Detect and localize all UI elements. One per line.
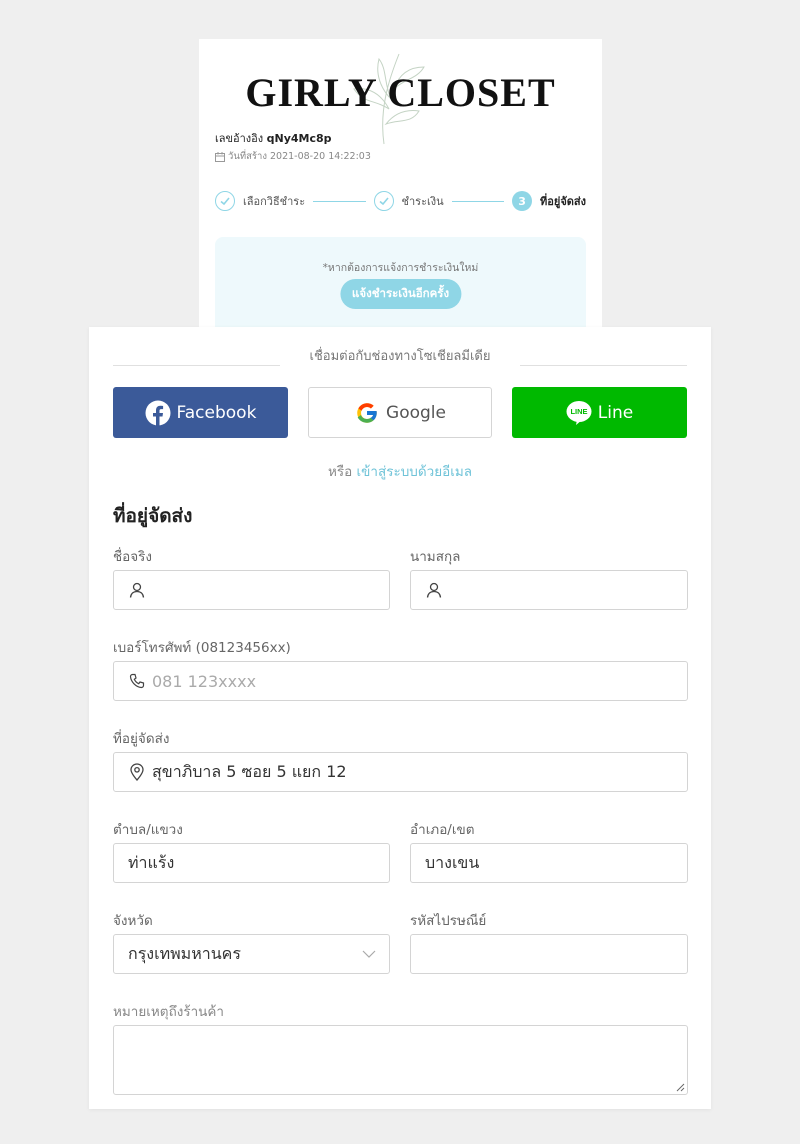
- province-selected-value: กรุงเทพมหานคร: [128, 943, 241, 963]
- step-shipping-address: 3 ที่อยู่จัดส่ง: [512, 191, 586, 211]
- postcode-label: รหัสไปรษณีย์: [410, 913, 487, 929]
- note-textarea[interactable]: [113, 1025, 688, 1095]
- postcode-input[interactable]: [425, 944, 687, 964]
- resize-grip-icon[interactable]: [675, 1082, 685, 1092]
- district-input[interactable]: [425, 853, 687, 873]
- brand-logo: GIRLY CLOSET: [245, 70, 556, 115]
- last-name-input[interactable]: [449, 580, 687, 600]
- first-name-label: ชื่อจริง: [113, 549, 153, 565]
- check-icon: [373, 191, 394, 211]
- checkout-steps: เลือกวิธีชำระ ชำระเงิน 3 ที่อยู่จัดส่ง: [215, 189, 586, 213]
- order-card: GIRLY CLOSET เลขอ้างอิง qNy4Mc8p วันที่ส…: [199, 39, 602, 337]
- line-logo-text: LINE: [570, 407, 587, 416]
- step-payment-method: เลือกวิธีชำระ: [215, 191, 305, 211]
- first-name-field[interactable]: [113, 570, 390, 610]
- email-login-line: หรือ เข้าสู่ระบบด้วยอีเมล: [89, 460, 711, 482]
- step-label: ชำระเงิน: [401, 195, 444, 208]
- calendar-icon: [215, 151, 225, 162]
- google-label: Google: [386, 402, 446, 423]
- step-label: ที่อยู่จัดส่ง: [540, 195, 586, 208]
- check-icon: [215, 191, 235, 211]
- subdistrict-field[interactable]: [113, 843, 390, 883]
- subdistrict-input[interactable]: [128, 853, 389, 873]
- first-name-input[interactable]: [152, 580, 389, 600]
- district-label: อำเภอ/เขต: [410, 822, 475, 838]
- user-icon: [128, 581, 146, 599]
- or-text: หรือ: [327, 464, 353, 480]
- address-field[interactable]: [113, 752, 688, 792]
- created-date-text: วันที่สร้าง 2021-08-20 14:22:03: [228, 151, 371, 162]
- google-icon: [357, 402, 378, 423]
- step-label: เลือกวิธีชำระ: [243, 195, 306, 208]
- order-created-date: วันที่สร้าง 2021-08-20 14:22:03: [215, 149, 371, 164]
- user-icon: [425, 581, 443, 599]
- step-connector: [451, 200, 505, 202]
- facebook-label: Facebook: [176, 402, 257, 423]
- notice-text: *หากต้องการแจ้งการชำระเงินใหม่: [322, 262, 479, 274]
- social-heading: เชื่อมต่อกับช่องทางโซเชียลมีเดีย: [113, 345, 688, 366]
- province-select[interactable]: กรุงเทพมหานคร: [113, 934, 390, 974]
- phone-field[interactable]: [113, 661, 688, 701]
- phone-input[interactable]: [152, 671, 687, 691]
- social-heading-text: เชื่อมต่อกับช่องทางโซเชียลมีเดีย: [309, 348, 491, 364]
- divider: [520, 364, 688, 366]
- step-payment: ชำระเงิน: [373, 191, 444, 211]
- district-field[interactable]: [410, 843, 688, 883]
- facebook-login-button[interactable]: Facebook: [113, 387, 288, 438]
- divider: [113, 364, 280, 366]
- note-label: หมายเหตุถึงร้านค้า: [113, 1004, 225, 1020]
- province-label: จังหวัด: [113, 913, 153, 929]
- order-reference: เลขอ้างอิง qNy4Mc8p: [215, 129, 332, 147]
- phone-label: เบอร์โทรศัพท์ (08123456xx): [113, 640, 291, 656]
- reference-value: qNy4Mc8p: [266, 132, 332, 145]
- line-login-button[interactable]: LINE Line: [512, 387, 687, 438]
- line-label: Line: [597, 402, 634, 423]
- reference-label: เลขอ้างอิง: [215, 132, 264, 145]
- step-connector: [313, 200, 366, 202]
- last-name-label: นามสกุล: [410, 549, 461, 565]
- postcode-field[interactable]: [410, 934, 688, 974]
- address-label: ที่อยู่จัดส่ง: [113, 731, 170, 747]
- shipping-form-card: เชื่อมต่อกับช่องทางโซเชียลมีเดีย Faceboo…: [89, 327, 711, 1109]
- social-login-buttons: Facebook Google LINE Line: [113, 387, 687, 438]
- email-login-link[interactable]: เข้าสู่ระบบด้วยอีเมล: [357, 464, 472, 480]
- shipping-section-title: ที่อยู่จัดส่ง: [113, 505, 193, 527]
- location-pin-icon: [128, 763, 146, 781]
- phone-icon: [128, 672, 146, 690]
- facebook-icon: [145, 400, 171, 426]
- subdistrict-label: ตำบล/แขวง: [113, 822, 183, 838]
- payment-notice: *หากต้องการแจ้งการชำระเงินใหม่ แจ้งชำระเ…: [215, 237, 586, 337]
- last-name-field[interactable]: [410, 570, 688, 610]
- resubmit-payment-button[interactable]: แจ้งชำระเงินอีกครั้ง: [339, 279, 462, 309]
- line-icon: LINE: [566, 400, 592, 425]
- chevron-down-icon: [349, 950, 389, 958]
- google-login-button[interactable]: Google: [308, 387, 492, 438]
- step-number: 3: [512, 191, 533, 211]
- address-input[interactable]: [152, 762, 687, 782]
